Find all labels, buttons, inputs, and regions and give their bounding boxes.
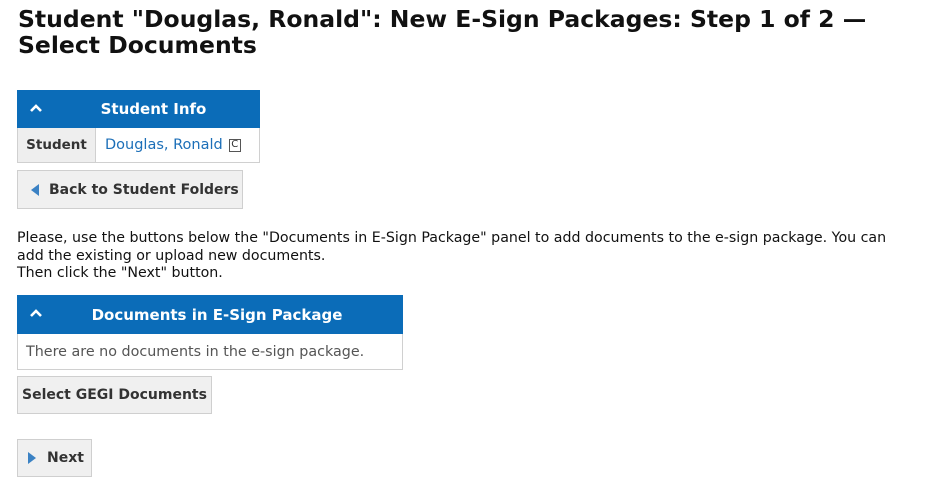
documents-panel: Documents in E-Sign Package There are no…: [17, 295, 403, 370]
student-info-header[interactable]: Student Info: [17, 90, 260, 128]
student-info-title: Student Info: [100, 100, 207, 118]
back-to-student-folders-button[interactable]: Back to Student Folders: [17, 170, 243, 209]
back-button-label: Back to Student Folders: [49, 181, 239, 198]
instructions-line-1: Please, use the buttons below the "Docum…: [17, 230, 887, 264]
next-button-label: Next: [47, 450, 84, 466]
instructions-text: Please, use the buttons below the "Docum…: [17, 230, 917, 283]
student-label: Student: [18, 128, 96, 162]
student-value: Douglas, Ronald C: [96, 128, 259, 162]
instructions-line-2: Then click the "Next" button.: [17, 265, 223, 281]
chevron-right-icon: [28, 452, 36, 464]
c-badge-icon[interactable]: C: [228, 138, 241, 152]
student-info-panel: Student Info Student Douglas, Ronald C: [17, 90, 260, 163]
next-button[interactable]: Next: [17, 439, 92, 477]
student-row: Student Douglas, Ronald C: [17, 128, 260, 163]
student-name-link[interactable]: Douglas, Ronald: [105, 137, 223, 153]
documents-empty-message: There are no documents in the e-sign pac…: [17, 334, 403, 370]
documents-panel-title: Documents in E-Sign Package: [91, 305, 343, 324]
page-title: Student "Douglas, Ronald": New E-Sign Pa…: [18, 5, 867, 59]
chevron-up-icon[interactable]: [29, 102, 43, 114]
select-gegi-label: Select GEGI Documents: [22, 387, 207, 403]
select-gegi-documents-button[interactable]: Select GEGI Documents: [17, 376, 212, 414]
documents-panel-header[interactable]: Documents in E-Sign Package: [17, 295, 403, 334]
chevron-left-icon: [31, 183, 39, 196]
chevron-up-icon[interactable]: [29, 307, 43, 319]
